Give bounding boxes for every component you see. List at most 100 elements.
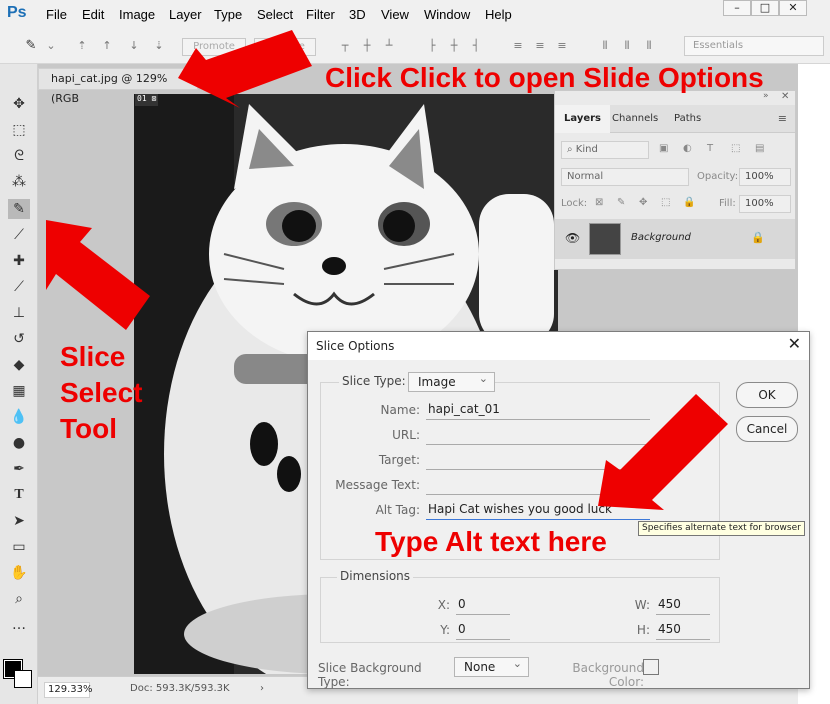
menu-select[interactable]: Select — [257, 7, 293, 22]
restore-button[interactable]: □ — [751, 0, 779, 16]
slice-select-tool-icon[interactable]: ✎ — [20, 39, 42, 53]
message-text-field[interactable] — [426, 477, 650, 495]
chevron-down-icon[interactable]: ⌄ — [44, 39, 58, 53]
lock-transparent-icon[interactable]: ⊠ — [595, 197, 603, 208]
zoom-field[interactable]: 129.33% — [44, 682, 93, 698]
promote-button[interactable]: Promote — [182, 38, 246, 56]
align-hcenter-icon[interactable]: ┼ — [447, 39, 461, 53]
lock-position-icon[interactable]: ✥ — [639, 197, 647, 208]
eraser-tool-icon[interactable]: ◆ — [8, 355, 30, 375]
menu-view[interactable]: View — [381, 7, 409, 22]
lasso-tool-icon[interactable]: ᘓ — [8, 146, 30, 166]
menu-edit[interactable]: Edit — [82, 7, 104, 22]
menu-help[interactable]: Help — [485, 7, 512, 22]
brush-tool-icon[interactable]: ⟋ — [8, 277, 30, 297]
menu-filter[interactable]: Filter — [306, 7, 335, 22]
dialog-close-icon[interactable]: ✕ — [788, 334, 801, 353]
opacity-field[interactable]: 100% — [739, 168, 791, 186]
menu-3d[interactable]: 3D — [349, 7, 366, 22]
close-panel-icon[interactable]: ✕ — [781, 91, 789, 102]
background-color-swatch[interactable] — [643, 659, 659, 675]
kind-filter-select[interactable]: ⌕ Kind — [561, 141, 649, 159]
panel-menu-icon[interactable]: ≡ — [778, 112, 787, 125]
eyedropper-tool-icon[interactable]: ⟋ — [8, 225, 30, 245]
demote-button[interactable]: Demote — [254, 38, 316, 56]
path-select-tool-icon[interactable]: ➤ — [8, 511, 30, 531]
distribute-bottom-icon[interactable]: ≡ — [555, 39, 569, 53]
slice-type-select[interactable]: Image — [408, 370, 495, 392]
send-backward-icon[interactable]: ↓ — [127, 39, 141, 53]
menu-window[interactable]: Window — [424, 7, 470, 22]
slice-select-tool-icon[interactable]: ✎ — [8, 199, 30, 219]
lock-artboard-icon[interactable]: ⬚ — [661, 197, 670, 208]
fill-field[interactable]: 100% — [739, 195, 791, 213]
align-bottom-icon[interactable]: ┴ — [382, 39, 396, 53]
lock-all-icon[interactable]: 🔒 — [683, 197, 695, 208]
workspace-select[interactable]: Essentials — [684, 36, 824, 56]
x-field[interactable]: 0 — [456, 597, 510, 615]
gradient-tool-icon[interactable]: ▦ — [8, 381, 30, 401]
menu-file[interactable]: File — [46, 7, 67, 22]
hand-tool-icon[interactable]: ✋ — [8, 563, 30, 583]
cancel-button[interactable]: Cancel — [736, 416, 798, 442]
align-right-icon[interactable]: ┤ — [469, 39, 483, 53]
alt-tag-label: Alt Tag: — [375, 503, 420, 517]
zoom-tool-icon[interactable]: ⌕ — [8, 589, 30, 609]
background-color-swatch[interactable] — [14, 670, 32, 688]
more-tools-icon[interactable]: … — [8, 615, 30, 635]
name-field[interactable]: hapi_cat_01 — [426, 402, 650, 420]
target-field[interactable] — [426, 452, 650, 470]
blur-tool-icon[interactable]: 💧 — [8, 407, 30, 427]
quick-select-tool-icon[interactable]: ⁂ — [8, 172, 30, 192]
menu-bar: Ps File Edit Image Layer Type Select Fil… — [0, 0, 830, 28]
close-window-button[interactable]: ✕ — [779, 0, 807, 16]
minimize-button[interactable]: – — [723, 0, 751, 16]
align-top-icon[interactable]: ┬ — [338, 39, 352, 53]
align-left-icon[interactable]: ├ — [425, 39, 439, 53]
chevron-right-icon[interactable]: › — [260, 683, 264, 694]
align-vcenter-icon[interactable]: ┼ — [360, 39, 374, 53]
clone-stamp-tool-icon[interactable]: ⊥ — [8, 303, 30, 323]
rectangle-tool-icon[interactable]: ▭ — [8, 537, 30, 557]
y-field[interactable]: 0 — [456, 622, 510, 640]
menu-image[interactable]: Image — [119, 7, 155, 22]
distribute-right-icon[interactable]: ⦀ — [642, 39, 656, 53]
history-brush-tool-icon[interactable]: ↺ — [8, 329, 30, 349]
url-field[interactable] — [426, 427, 650, 445]
tab-channels[interactable]: Channels — [603, 105, 667, 133]
tab-layers[interactable]: Layers — [555, 105, 610, 133]
layer-name[interactable]: Background — [631, 232, 691, 243]
healing-brush-tool-icon[interactable]: ✚ — [8, 251, 30, 271]
layer-row[interactable]: 👁 Background 🔒 — [555, 219, 795, 259]
menu-layer[interactable]: Layer — [169, 7, 202, 22]
tab-paths[interactable]: Paths — [665, 105, 710, 133]
filter-smart-icon[interactable]: ▤ — [755, 143, 764, 154]
collapse-icon[interactable]: » — [763, 91, 769, 101]
filter-shape-icon[interactable]: ⬚ — [731, 143, 740, 154]
distribute-left-icon[interactable]: ⦀ — [598, 39, 612, 53]
type-tool-icon[interactable]: T — [8, 485, 30, 505]
move-tool-icon[interactable]: ✥ — [8, 94, 30, 114]
h-field[interactable]: 450 — [656, 622, 710, 640]
menu-type[interactable]: Type — [214, 7, 242, 22]
filter-adjust-icon[interactable]: ◐ — [683, 143, 692, 154]
ok-button[interactable]: OK — [736, 382, 798, 408]
alt-tag-field[interactable]: Hapi Cat wishes you good luck — [426, 502, 650, 520]
slice-background-type-select[interactable]: None — [454, 655, 529, 677]
distribute-hcenter-icon[interactable]: ⦀ — [620, 39, 634, 53]
bring-to-front-icon[interactable]: ⇡ — [75, 39, 89, 53]
lock-image-icon[interactable]: ✎ — [617, 197, 625, 208]
filter-type-icon[interactable]: T — [707, 143, 713, 154]
bring-forward-icon[interactable]: ↑ — [100, 39, 114, 53]
blend-mode-select[interactable]: Normal — [561, 168, 689, 186]
marquee-tool-icon[interactable]: ⬚ — [8, 120, 30, 140]
send-to-back-icon[interactable]: ⇣ — [152, 39, 166, 53]
filter-pixel-icon[interactable]: ▣ — [659, 143, 668, 154]
document-tab[interactable]: hapi_cat.jpg @ 129% (RGB — [38, 68, 198, 105]
distribute-vcenter-icon[interactable]: ≡ — [533, 39, 547, 53]
w-field[interactable]: 450 — [656, 597, 710, 615]
dodge-tool-icon[interactable]: ● — [8, 433, 30, 453]
pen-tool-icon[interactable]: ✒ — [8, 459, 30, 479]
distribute-top-icon[interactable]: ≡ — [511, 39, 525, 53]
eye-icon[interactable]: 👁 — [565, 231, 580, 245]
